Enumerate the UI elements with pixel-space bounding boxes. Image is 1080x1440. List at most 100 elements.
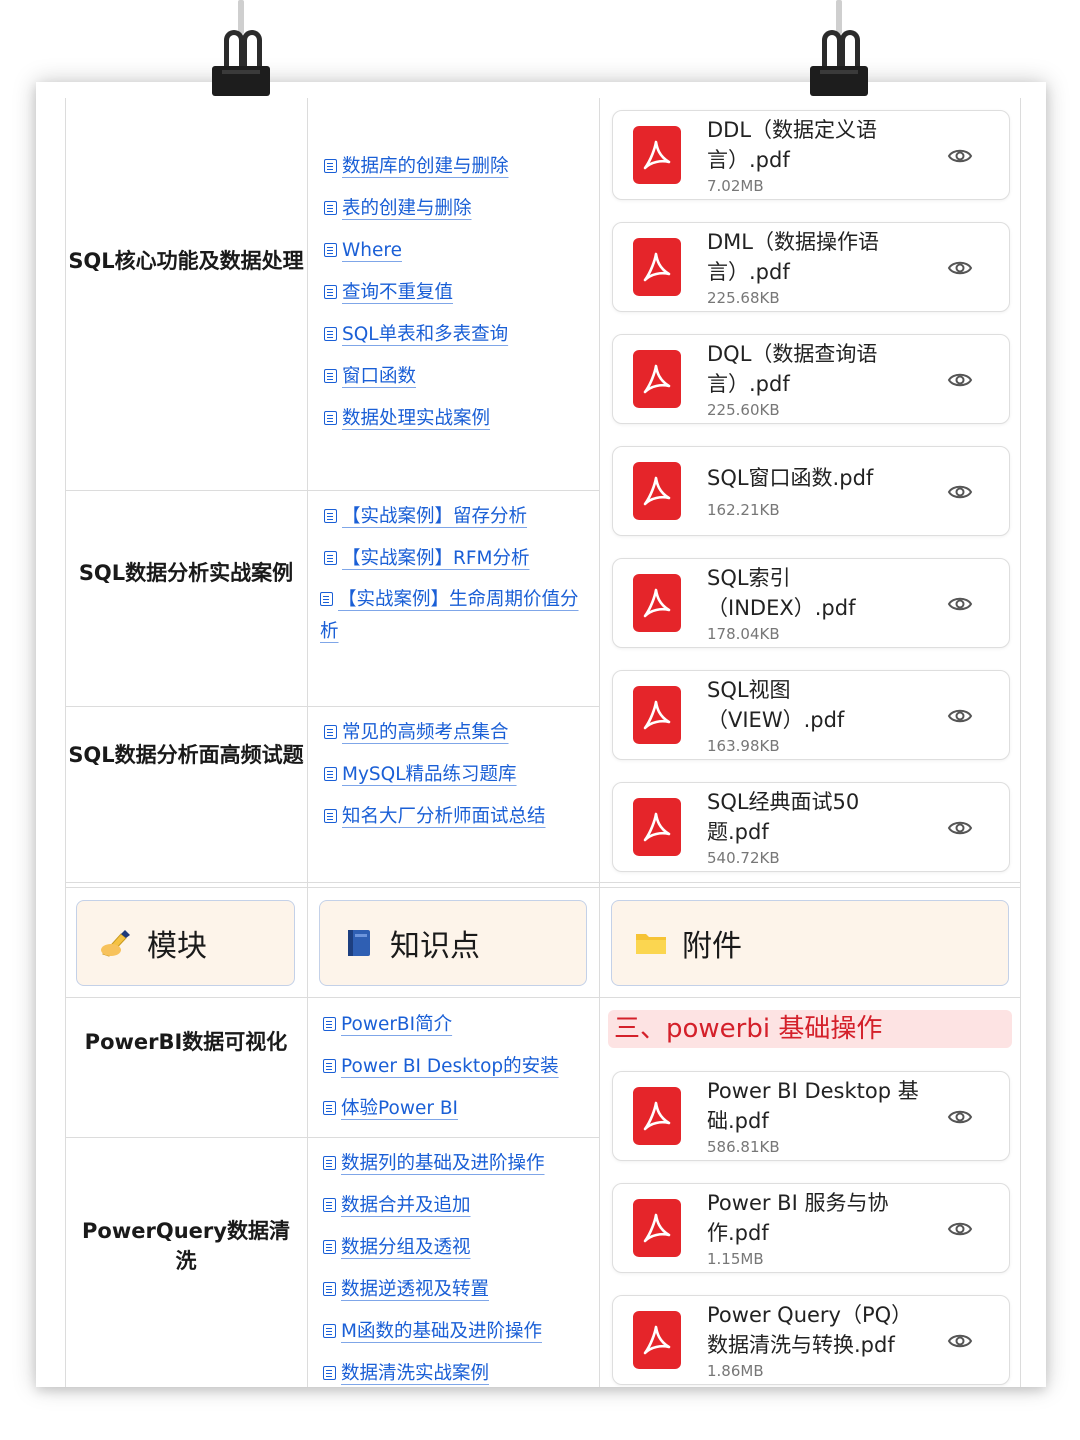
folder-icon — [634, 928, 668, 958]
knowledge-link[interactable]: 查询不重复值 — [324, 282, 509, 304]
eye-icon[interactable] — [947, 143, 973, 169]
pdf-icon — [633, 462, 681, 520]
knowledge-link[interactable]: M函数的基础及进阶操作 — [323, 1321, 545, 1343]
module-label: SQL数据分析面高频试题 — [68, 743, 304, 767]
pdf-icon — [633, 238, 681, 296]
knowledge-link[interactable]: 数据合并及追加 — [323, 1195, 545, 1217]
doc-icon — [323, 1366, 336, 1380]
knowledge-link[interactable]: 【实战案例】留存分析 — [324, 506, 580, 528]
knowledge-link[interactable]: Power BI Desktop的安装 — [323, 1056, 559, 1078]
knowledge-link[interactable]: 常见的高频考点集合 — [324, 722, 546, 744]
module-label: PowerBI数据可视化 — [84, 1030, 288, 1054]
table-border — [65, 706, 599, 707]
document-sheet: SQL核心功能及数据处理 SQL数据分析实战案例 SQL数据分析面高频试题 Po… — [36, 82, 1046, 1387]
eye-icon[interactable] — [947, 815, 973, 841]
knowledge-link[interactable]: 体验Power BI — [323, 1098, 559, 1120]
knowledge-link[interactable]: 数据列的基础及进阶操作 — [323, 1153, 545, 1175]
eye-icon[interactable] — [947, 703, 973, 729]
attachment-name: SQL视图（VIEW）.pdf — [707, 678, 845, 732]
eye-icon[interactable] — [947, 479, 973, 505]
table-border — [599, 98, 600, 1387]
knowledge-link[interactable]: 【实战案例】生命周期价值分析 — [320, 584, 580, 648]
doc-icon — [324, 725, 337, 739]
eye-icon[interactable] — [947, 1104, 973, 1130]
doc-icon — [324, 809, 337, 823]
eye-icon[interactable] — [947, 255, 973, 281]
writing-hand-icon — [99, 928, 133, 958]
doc-icon — [324, 285, 337, 299]
attachment-name: Power BI Desktop 基础.pdf — [707, 1079, 919, 1133]
attachment-card[interactable]: SQL视图（VIEW）.pdf 163.98KB — [612, 670, 1010, 760]
attachment-size: 1.86MB — [707, 1362, 764, 1380]
doc-icon — [323, 1017, 336, 1031]
attachment-size: 7.02MB — [707, 177, 764, 195]
doc-icon — [320, 592, 333, 606]
pdf-icon — [633, 798, 681, 856]
attachment-name: Power Query（PQ）数据清洗与转换.pdf — [707, 1303, 913, 1357]
table-border — [65, 997, 1020, 998]
header-knowledge: 知识点 — [319, 900, 587, 986]
knowledge-link[interactable]: Where — [324, 240, 509, 262]
binder-clip-left — [212, 0, 272, 96]
pdf-icon — [633, 1199, 681, 1257]
knowledge-link[interactable]: 【实战案例】RFM分析 — [324, 548, 580, 570]
attachment-card[interactable]: SQL经典面试50题.pdf 540.72KB — [612, 782, 1010, 872]
doc-icon — [323, 1156, 336, 1170]
eye-icon[interactable] — [947, 1216, 973, 1242]
pdf-icon — [633, 126, 681, 184]
pdf-icon — [633, 350, 681, 408]
doc-icon — [323, 1101, 336, 1115]
blue-book-icon — [342, 928, 376, 958]
module-label: PowerQuery数据清洗 — [82, 1219, 290, 1273]
attachment-name: SQL经典面试50题.pdf — [707, 790, 860, 844]
attachment-size: 540.72KB — [707, 849, 780, 867]
knowledge-link[interactable]: SQL单表和多表查询 — [324, 324, 509, 346]
doc-icon — [324, 159, 337, 173]
table-border — [65, 490, 599, 491]
knowledge-list: 常见的高频考点集合 MySQL精品练习题库 知名大厂分析师面试总结 — [324, 722, 546, 848]
module-label: SQL数据分析实战案例 — [78, 561, 294, 585]
attachment-card[interactable]: SQL窗口函数.pdf 162.21KB — [612, 446, 1010, 536]
knowledge-link[interactable]: 表的创建与删除 — [324, 198, 509, 220]
eye-icon[interactable] — [947, 1328, 973, 1354]
doc-icon — [324, 509, 337, 523]
doc-icon — [323, 1282, 336, 1296]
attachment-size: 1.15MB — [707, 1250, 764, 1268]
doc-icon — [324, 767, 337, 781]
attachment-card[interactable]: Power Query（PQ）数据清洗与转换.pdf 1.86MB — [612, 1295, 1010, 1385]
eye-icon[interactable] — [947, 367, 973, 393]
knowledge-link[interactable]: 数据分组及透视 — [323, 1237, 545, 1259]
knowledge-link[interactable]: 数据处理实战案例 — [324, 408, 509, 430]
knowledge-link[interactable]: 窗口函数 — [324, 366, 509, 388]
attachment-card[interactable]: Power BI 服务与协作.pdf 1.15MB — [612, 1183, 1010, 1273]
table-border — [307, 98, 308, 1387]
header-module: 模块 — [76, 900, 295, 986]
table-border — [1020, 98, 1021, 1387]
knowledge-list: PowerBI简介 Power BI Desktop的安装 体验Power BI — [323, 1014, 559, 1140]
attachment-name: DQL（数据查询语言）.pdf — [707, 342, 878, 396]
knowledge-link[interactable]: 数据库的创建与删除 — [324, 156, 509, 178]
pdf-icon — [633, 686, 681, 744]
pdf-icon — [633, 1087, 681, 1145]
pdf-icon — [633, 574, 681, 632]
attachment-size: 162.21KB — [707, 501, 780, 519]
knowledge-link[interactable]: 数据清洗实战案例 — [323, 1363, 545, 1385]
knowledge-link[interactable]: 数据逆透视及转置 — [323, 1279, 545, 1301]
eye-icon[interactable] — [947, 591, 973, 617]
attachment-name: Power BI 服务与协作.pdf — [707, 1191, 889, 1245]
attachment-card[interactable]: DDL（数据定义语言）.pdf 7.02MB — [612, 110, 1010, 200]
doc-icon — [324, 243, 337, 257]
section-title: 三、powerbi 基础操作 — [608, 1010, 1012, 1048]
attachment-size: 163.98KB — [707, 737, 780, 755]
header-attachment: 附件 — [611, 900, 1009, 986]
knowledge-link[interactable]: MySQL精品练习题库 — [324, 764, 546, 786]
attachment-card[interactable]: Power BI Desktop 基础.pdf 586.81KB — [612, 1071, 1010, 1161]
doc-icon — [323, 1198, 336, 1212]
attachment-card[interactable]: DQL（数据查询语言）.pdf 225.60KB — [612, 334, 1010, 424]
attachment-card[interactable]: SQL索引（INDEX）.pdf 178.04KB — [612, 558, 1010, 648]
knowledge-link[interactable]: 知名大厂分析师面试总结 — [324, 806, 546, 828]
knowledge-link[interactable]: PowerBI简介 — [323, 1014, 559, 1036]
binder-clip-right — [810, 0, 870, 96]
attachment-card[interactable]: DML（数据操作语言）.pdf 225.68KB — [612, 222, 1010, 312]
attachment-name: SQL窗口函数.pdf — [707, 466, 874, 490]
